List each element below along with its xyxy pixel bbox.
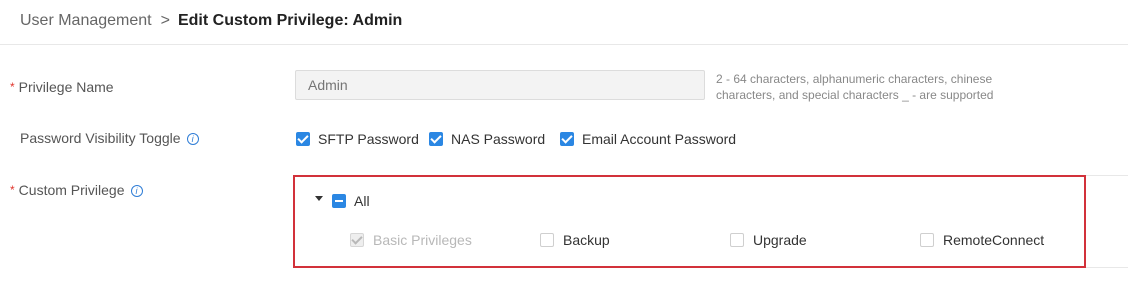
custom-privilege-tree bbox=[293, 175, 1086, 268]
breadcrumb-separator: > bbox=[160, 12, 170, 29]
header-divider bbox=[0, 44, 1128, 45]
password-visibility-label: Password Visibility Toggle i bbox=[20, 129, 199, 147]
collapse-caret-icon[interactable] bbox=[315, 196, 323, 201]
email-account-password-option[interactable]: Email Account Password bbox=[560, 129, 736, 148]
privilege-name-label: * Privilege Name bbox=[10, 79, 114, 95]
basic-privileges-checkbox bbox=[350, 233, 364, 248]
backup-checkbox[interactable] bbox=[540, 233, 554, 248]
privilege-name-input[interactable] bbox=[295, 70, 705, 100]
divider bbox=[1086, 267, 1128, 268]
required-mark: * bbox=[10, 183, 15, 197]
info-icon[interactable]: i bbox=[130, 185, 143, 197]
divider bbox=[1086, 175, 1128, 176]
nas-password-checkbox[interactable] bbox=[429, 132, 443, 147]
nas-password-option[interactable]: NAS Password bbox=[429, 129, 545, 148]
page-title: Edit Custom Privilege: Admin bbox=[177, 12, 403, 29]
upgrade-checkbox[interactable] bbox=[730, 233, 744, 248]
required-mark: * bbox=[10, 80, 15, 94]
upgrade-option[interactable]: Upgrade bbox=[730, 230, 807, 249]
breadcrumb: User Management > Edit Custom Privilege: A… bbox=[20, 11, 402, 31]
backup-option[interactable]: Backup bbox=[540, 230, 610, 249]
breadcrumb-user-management[interactable]: User Management bbox=[20, 12, 152, 29]
basic-privileges-option: Basic Privileges bbox=[350, 230, 472, 249]
info-icon[interactable]: i bbox=[186, 133, 199, 145]
sftp-password-checkbox[interactable] bbox=[296, 132, 310, 147]
remoteconnect-checkbox[interactable] bbox=[920, 233, 934, 248]
all-privileges-option[interactable]: All bbox=[332, 191, 370, 210]
sftp-password-option[interactable]: SFTP Password bbox=[296, 129, 419, 148]
privilege-name-hint: 2 - 64 characters, alphanumeric characte… bbox=[716, 72, 994, 102]
all-privileges-checkbox[interactable] bbox=[332, 194, 346, 209]
email-account-password-checkbox[interactable] bbox=[560, 132, 574, 147]
custom-privilege-label: * Custom Privilege i bbox=[10, 181, 143, 200]
remoteconnect-option[interactable]: RemoteConnect bbox=[920, 230, 1044, 249]
